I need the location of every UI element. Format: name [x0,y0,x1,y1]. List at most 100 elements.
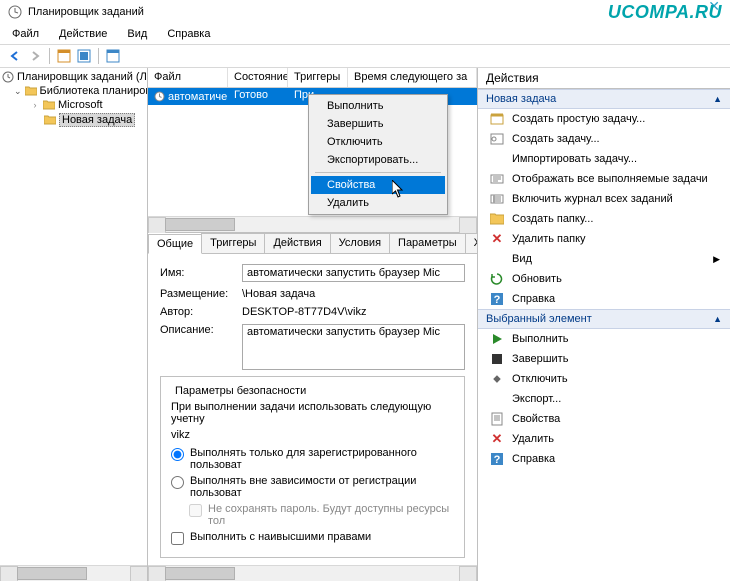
tab-general[interactable]: Общие [148,234,202,254]
actions-group-selected-label: Выбранный элемент [486,313,592,325]
security-legend: Параметры безопасности [171,385,310,397]
action-end[interactable]: Завершить [478,349,730,369]
view-icon [490,252,504,266]
name-label: Имя: [160,267,242,279]
ctx-end[interactable]: Завершить [311,115,445,133]
mouse-cursor-icon [392,180,406,198]
action-export[interactable]: Экспорт... [478,389,730,409]
check-highest[interactable] [171,532,184,545]
history-icon [490,192,504,206]
details-hscroll[interactable] [148,565,477,581]
menu-view[interactable]: Вид [123,27,151,41]
action-create-basic[interactable]: Создать простую задачу... [478,109,730,129]
tab-settings[interactable]: Параметры [389,233,466,253]
menu-action[interactable]: Действие [55,27,111,41]
tab-triggers[interactable]: Триггеры [201,233,265,253]
tree-newtask-label: Новая задача [59,113,135,127]
refresh-button[interactable] [75,47,93,65]
action-delete-folder[interactable]: ✕Удалить папку [478,229,730,249]
check-nosave-label: Не сохранять пароль. Будут доступны ресу… [208,503,454,527]
task-icon [490,132,504,146]
toolbar-separator [49,48,50,64]
menu-help[interactable]: Справка [163,27,214,41]
ctx-disable[interactable]: Отключить [311,133,445,151]
tree-hscroll[interactable] [0,565,148,581]
action-import[interactable]: Импортировать задачу... [478,149,730,169]
folder-icon [25,86,37,96]
action-create[interactable]: Создать задачу... [478,129,730,149]
chevron-right-icon: ▶ [713,254,720,265]
action-enable-history[interactable]: Включить журнал всех заданий [478,189,730,209]
radio-logged-on[interactable] [171,448,184,461]
action-properties[interactable]: Свойства [478,409,730,429]
actions-group-newtask-label: Новая задача [486,93,556,105]
col-file[interactable]: Файл [148,68,228,87]
name-field[interactable] [242,264,465,282]
author-value: DESKTOP-8T77D4V\vikz [242,306,465,318]
tree-library-label: Библиотека планировщ [40,85,148,97]
new-folder-icon [490,212,504,226]
tab-extra[interactable]: Х [465,233,477,253]
action-view[interactable]: Вид▶ [478,249,730,269]
stop-icon [490,352,504,366]
titlebar: Планировщик заданий ✕ UCOMPA.RU [0,0,730,24]
tree-newtask[interactable]: Новая задача [0,112,147,128]
export-icon [490,392,504,406]
action-new-folder[interactable]: Создать папку... [478,209,730,229]
nav-back-button[interactable] [6,47,24,65]
tree-microsoft[interactable]: › Microsoft [0,98,147,112]
ctx-export[interactable]: Экспортировать... [311,151,445,169]
delete-icon: ✕ [490,432,504,446]
nav-forward-button[interactable] [26,47,44,65]
ctx-separator [315,172,441,173]
actions-header: Действия [478,68,730,89]
action-pane-toggle[interactable] [55,47,73,65]
action-delete[interactable]: ✕Удалить [478,429,730,449]
help-icon: ? [490,292,504,306]
tree-root[interactable]: Планировщик заданий (Лок [0,70,147,84]
properties-icon [490,412,504,426]
tab-conditions[interactable]: Условия [330,233,390,253]
action-show-running[interactable]: Отображать все выполняемые задачи [478,169,730,189]
location-value: \Новая задача [242,288,465,300]
expander-icon[interactable]: ⌄ [14,86,22,97]
description-field[interactable] [242,324,465,370]
details-pane: Общие Триггеры Действия Условия Параметр… [148,233,477,581]
action-run[interactable]: Выполнить [478,329,730,349]
running-icon [490,172,504,186]
expander-icon[interactable]: › [30,100,40,110]
author-label: Автор: [160,306,242,318]
tasklist-header: Файл Состояние Триггеры Время следующего… [148,68,477,88]
svg-text:?: ? [494,294,501,306]
svg-text:?: ? [494,454,501,466]
tree-library[interactable]: ⌄ Библиотека планировщ [0,84,147,98]
check-nosave [189,504,202,517]
radio-any-label: Выполнять вне зависимости от регистрации… [190,475,454,499]
clock-icon [8,5,22,19]
clock-icon [154,91,165,102]
security-fieldset: Параметры безопасности При выполнении за… [160,376,465,558]
tasklist-hscroll[interactable] [148,216,477,232]
ctx-run[interactable]: Выполнить [311,97,445,115]
col-nextrun[interactable]: Время следующего за [348,68,477,87]
tree-microsoft-label: Microsoft [58,99,103,111]
radio-any[interactable] [171,476,184,489]
tab-actions[interactable]: Действия [264,233,330,253]
action-help2[interactable]: ?Справка [478,449,730,469]
help-button[interactable] [104,47,122,65]
actions-group-newtask[interactable]: Новая задача ▲ [478,89,730,109]
col-state[interactable]: Состояние [228,68,288,87]
action-help[interactable]: ?Справка [478,289,730,309]
col-triggers[interactable]: Триггеры [288,68,348,87]
actions-group-selected[interactable]: Выбранный элемент ▲ [478,309,730,329]
help-icon: ? [490,452,504,466]
folder-icon [43,100,55,110]
action-disable[interactable]: ⬥Отключить [478,369,730,389]
menubar: Файл Действие Вид Справка [0,24,730,44]
ctx-delete[interactable]: Удалить [311,194,445,212]
menu-file[interactable]: Файл [8,27,43,41]
wizard-icon [490,112,504,126]
ctx-properties[interactable]: Свойства [311,176,445,194]
description-label: Описание: [160,324,242,336]
action-refresh[interactable]: Обновить [478,269,730,289]
